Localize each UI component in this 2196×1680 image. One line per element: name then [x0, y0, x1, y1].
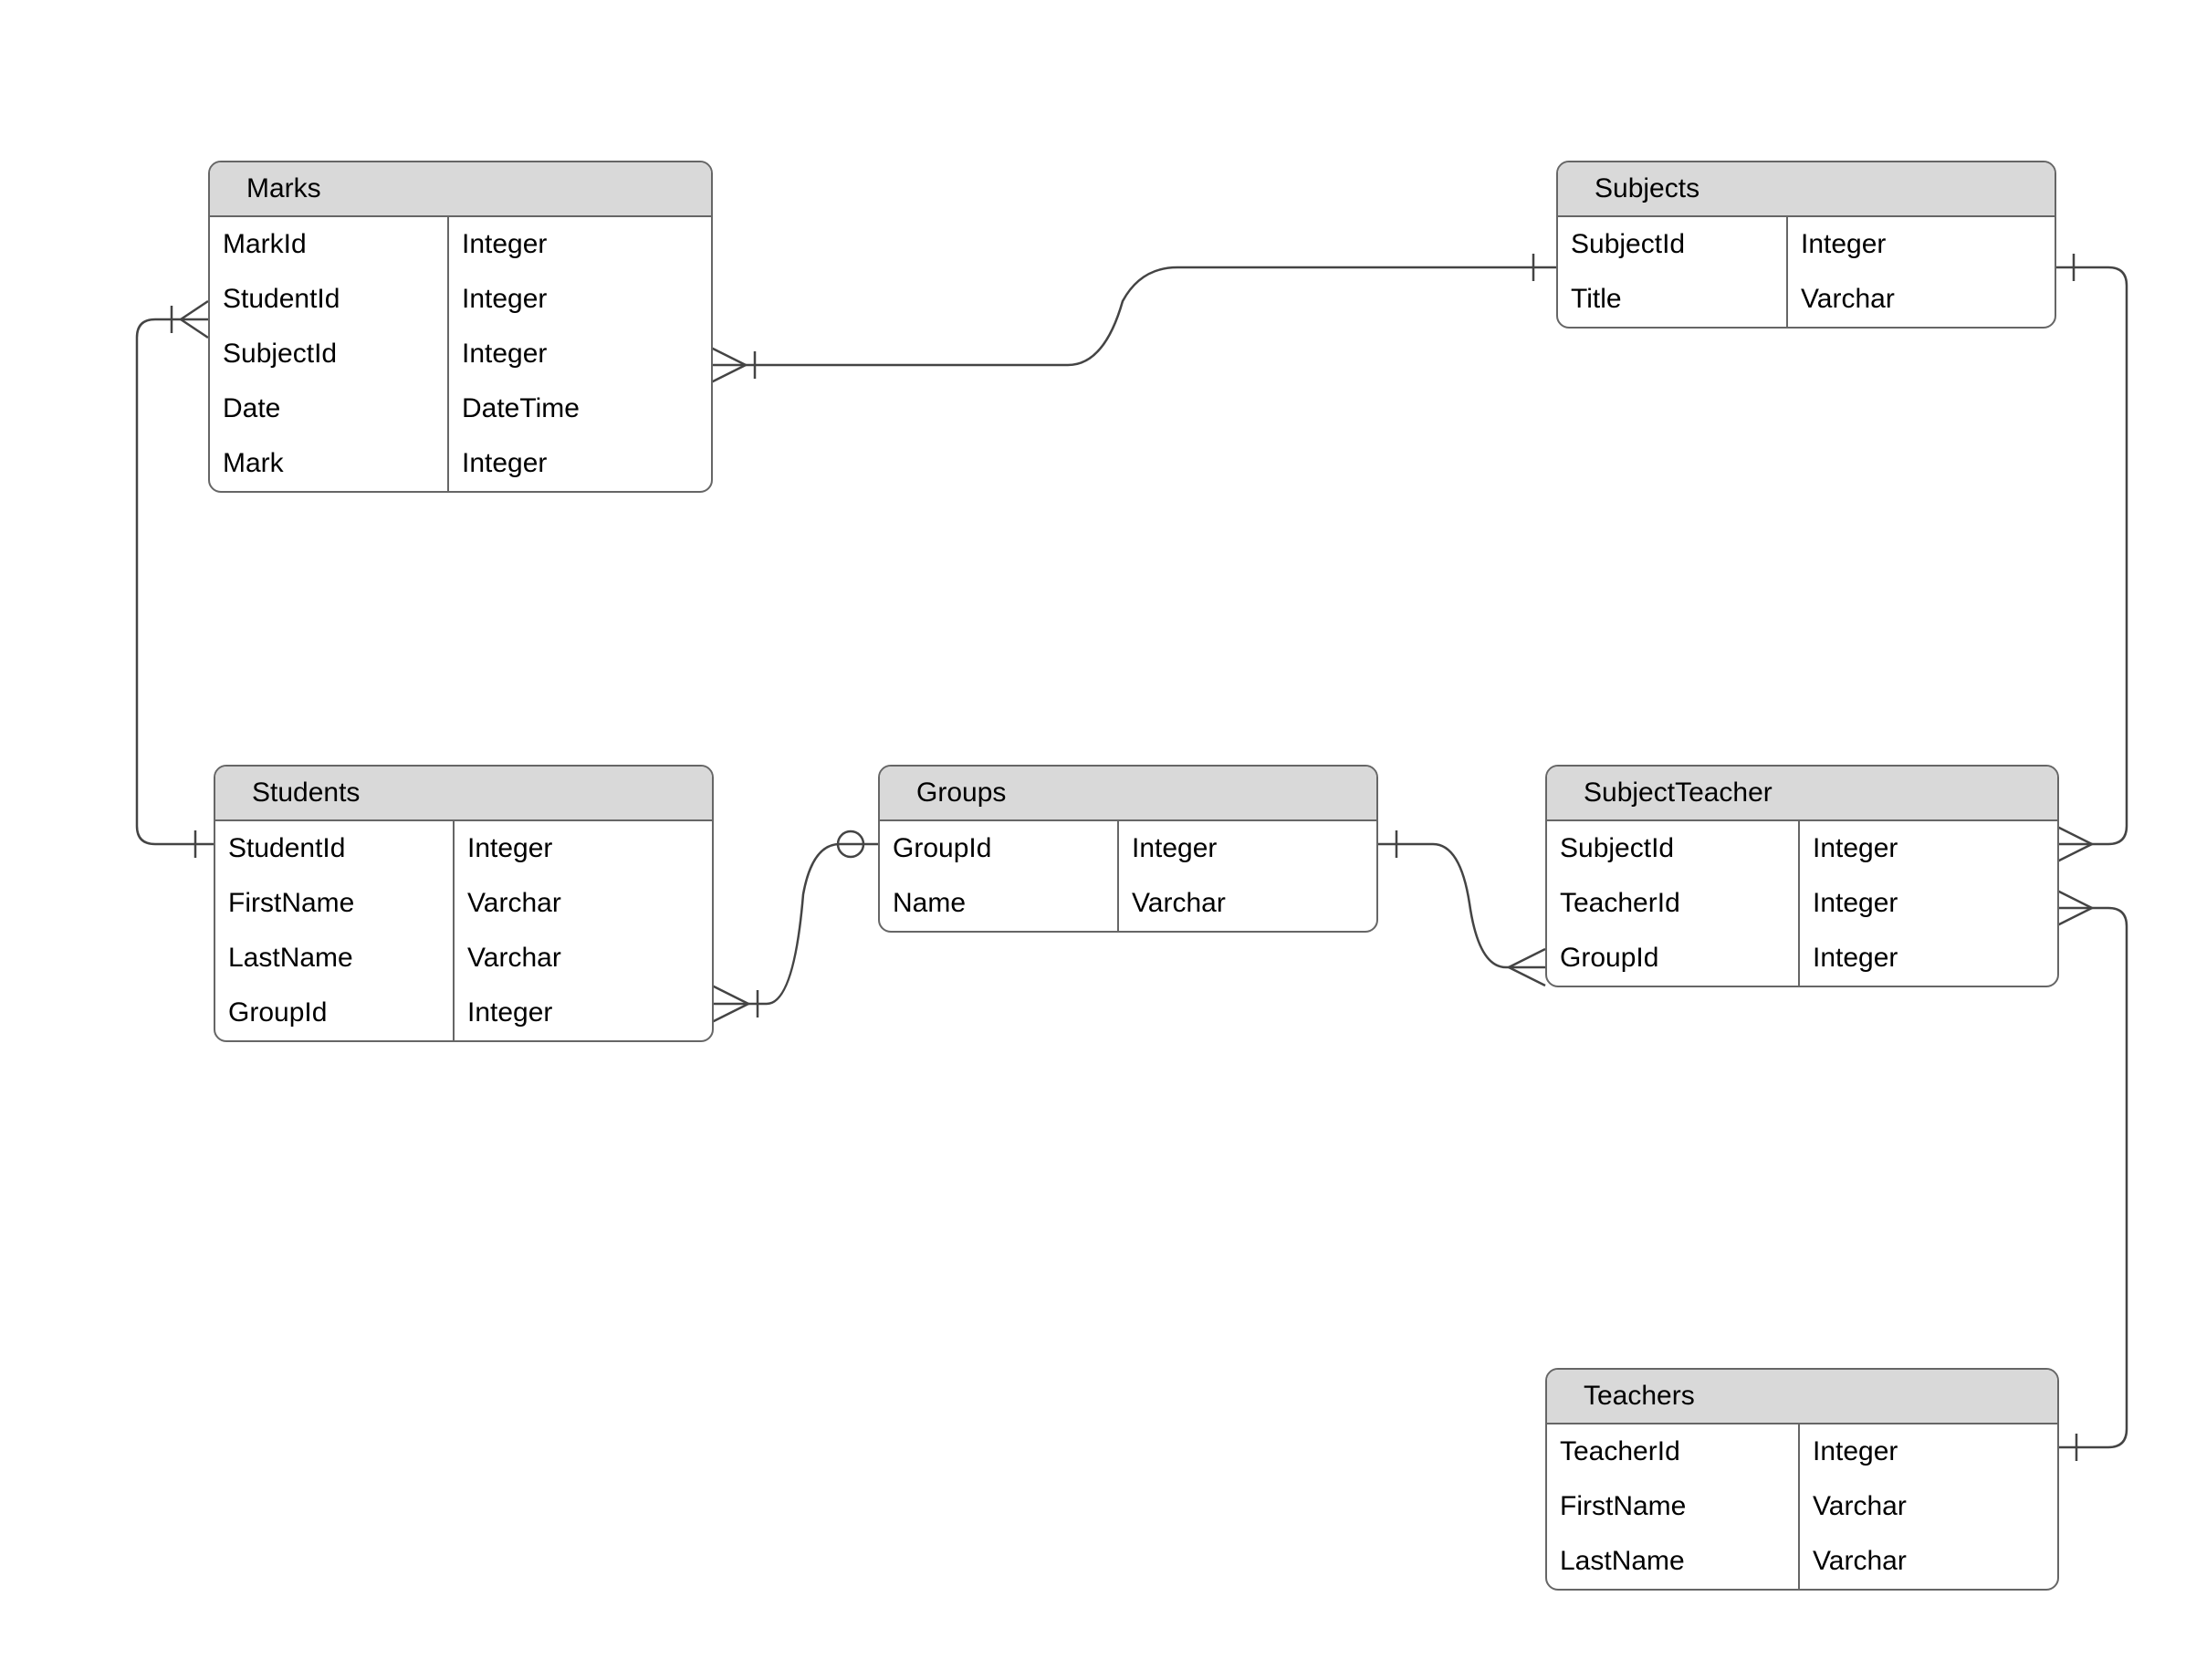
field-type: Varchar: [455, 931, 710, 986]
field-type: Integer: [1800, 931, 2055, 986]
field-type: Integer: [449, 272, 709, 327]
field-type: Varchar: [1800, 1534, 2055, 1589]
field-type: Integer: [1800, 821, 2055, 876]
er-diagram: { "diagram_type": "entity-relationship",…: [0, 0, 2196, 1680]
field-type: Varchar: [455, 876, 710, 931]
entity-title: Teachers: [1547, 1370, 2057, 1424]
field-name: FirstName: [1547, 1479, 1798, 1534]
field-name: Title: [1558, 272, 1786, 327]
field-name: GroupId: [215, 986, 453, 1040]
field-type: Integer: [449, 436, 709, 491]
field-name: SubjectId: [1558, 217, 1786, 272]
field-name: Date: [210, 381, 447, 436]
field-name: LastName: [215, 931, 453, 986]
entity-teachers: TeachersTeacherIdFirstNameLastNameIntege…: [1545, 1368, 2059, 1591]
field-name: SubjectId: [210, 327, 447, 381]
entity-title: Subjects: [1558, 162, 2055, 217]
entity-title: SubjectTeacher: [1547, 767, 2057, 821]
entity-subjectteacher: SubjectTeacherSubjectIdTeacherIdGroupIdI…: [1545, 765, 2059, 987]
field-type: Varchar: [1800, 1479, 2055, 1534]
field-type: Varchar: [1119, 876, 1375, 931]
field-name: TeacherId: [1547, 876, 1798, 931]
field-type: Integer: [455, 821, 710, 876]
field-name: Name: [880, 876, 1117, 931]
entity-groups: GroupsGroupIdNameIntegerVarchar: [878, 765, 1378, 933]
field-name: StudentId: [210, 272, 447, 327]
field-name: StudentId: [215, 821, 453, 876]
entity-students: StudentsStudentIdFirstNameLastNameGroupI…: [214, 765, 714, 1042]
field-type: Integer: [1788, 217, 2053, 272]
field-type: Integer: [449, 327, 709, 381]
field-type: DateTime: [449, 381, 709, 436]
field-type: Integer: [1800, 876, 2055, 931]
entity-title: Marks: [210, 162, 711, 217]
field-name: MarkId: [210, 217, 447, 272]
field-name: FirstName: [215, 876, 453, 931]
field-name: Mark: [210, 436, 447, 491]
entity-subjects: SubjectsSubjectIdTitleIntegerVarchar: [1556, 161, 2056, 329]
field-name: TeacherId: [1547, 1424, 1798, 1479]
entity-marks: MarksMarkIdStudentIdSubjectIdDateMarkInt…: [208, 161, 713, 493]
field-name: LastName: [1547, 1534, 1798, 1589]
field-type: Varchar: [1788, 272, 2053, 327]
field-name: GroupId: [1547, 931, 1798, 986]
entity-title: Students: [215, 767, 712, 821]
field-type: Integer: [449, 217, 709, 272]
field-name: GroupId: [880, 821, 1117, 876]
field-type: Integer: [1119, 821, 1375, 876]
field-type: Integer: [1800, 1424, 2055, 1479]
field-type: Integer: [455, 986, 710, 1040]
entity-title: Groups: [880, 767, 1376, 821]
field-name: SubjectId: [1547, 821, 1798, 876]
